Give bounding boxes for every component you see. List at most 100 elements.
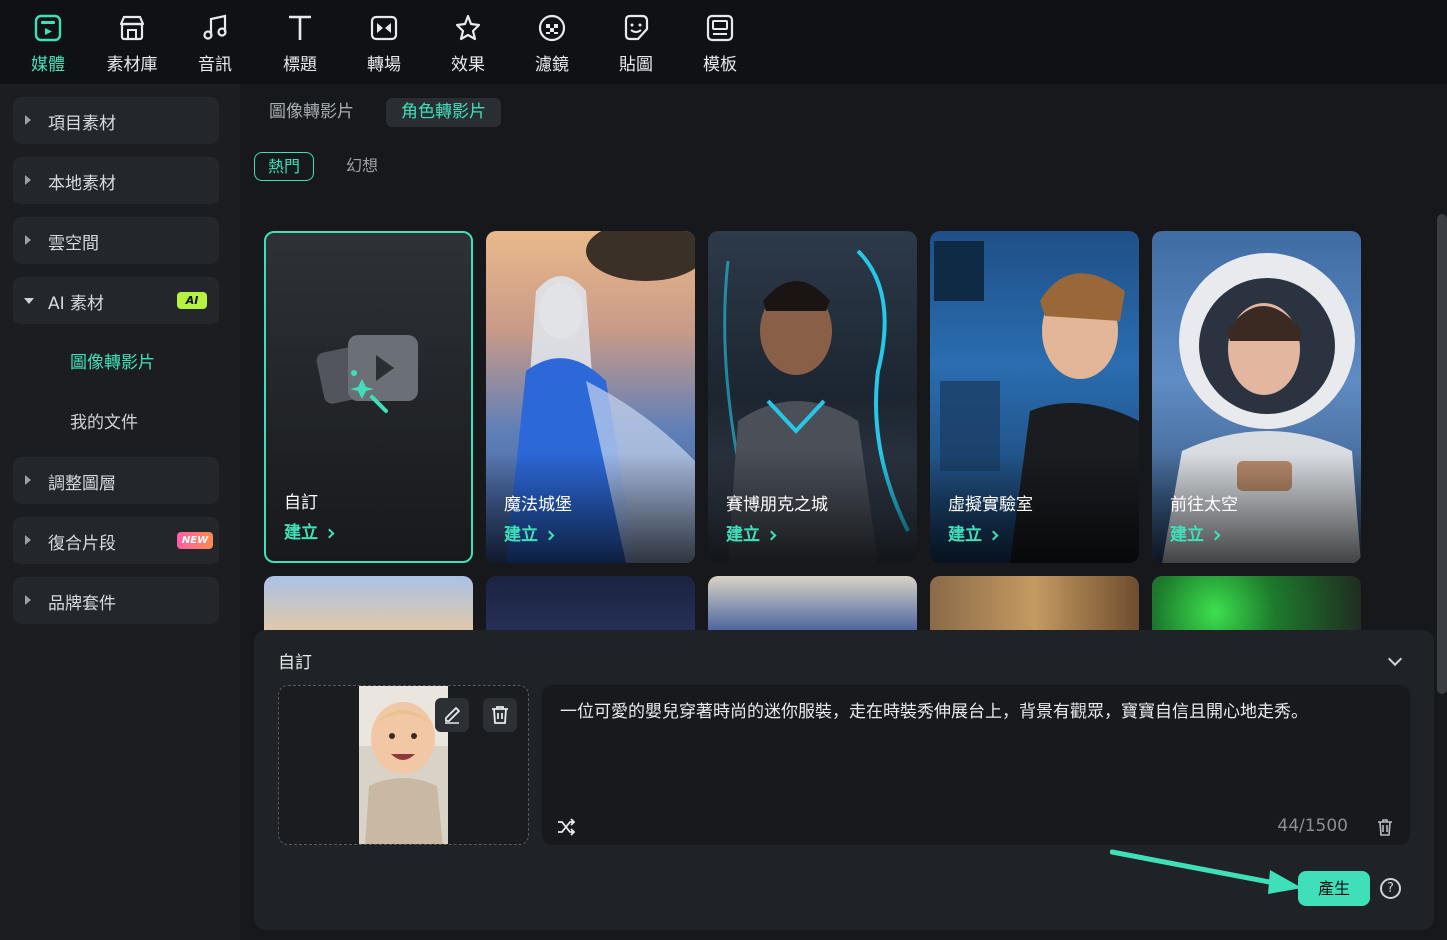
chip-popular[interactable]: 熱門 xyxy=(254,152,315,181)
caret-down-icon xyxy=(24,298,34,304)
toolbar-label: 效果 xyxy=(451,55,485,75)
prompt-input[interactable]: 一位可愛的嬰兒穿著時尚的迷你服裝，走在時裝秀伸展台上，背景有觀眾，寶寶自信且開心… xyxy=(542,685,1410,845)
generate-button[interactable]: 產生 xyxy=(1298,871,1370,906)
trash-icon xyxy=(492,706,508,724)
chevron-right-icon xyxy=(766,530,777,541)
caret-right-icon xyxy=(25,175,31,185)
sidebar-item-project-media[interactable]: 項目素材 xyxy=(13,97,219,144)
template-card-partial[interactable] xyxy=(486,576,695,636)
tab-image-to-video[interactable]: 圖像轉影片 xyxy=(254,98,369,127)
card-create-link[interactable]: 建立 xyxy=(1170,520,1221,545)
panel-title: 自訂 xyxy=(278,653,312,673)
filter-icon xyxy=(538,14,566,42)
chevron-down-icon[interactable] xyxy=(1387,651,1403,667)
card-create-link[interactable]: 建立 xyxy=(726,520,777,545)
sidebar-item-brand-kit[interactable]: 品牌套件 xyxy=(13,577,219,624)
template-card-partial[interactable] xyxy=(1152,576,1361,636)
prompt-text[interactable]: 一位可愛的嬰兒穿著時尚的迷你服裝，走在時裝秀伸展台上，背景有觀眾，寶寶自信且開心… xyxy=(560,697,1308,722)
sidebar-item-label: AI 素材 xyxy=(48,294,105,314)
sidebar-item-label: 調整圖層 xyxy=(48,474,116,494)
sidebar-item-label: 品牌套件 xyxy=(48,594,116,614)
image-to-video-icon xyxy=(316,335,418,413)
toolbar-audio[interactable]: 音訊 xyxy=(180,8,250,78)
delete-image-button[interactable] xyxy=(483,698,517,732)
edit-image-button[interactable] xyxy=(435,698,469,732)
main-content: 圖像轉影片 角色轉影片 熱門 幻想 自訂 建立 魔法城堡 建立 賽博朋克之城 建… xyxy=(240,84,1447,940)
toolbar-effects[interactable]: 效果 xyxy=(433,8,503,78)
template-card-space[interactable]: 前往太空 建立 xyxy=(1152,231,1361,563)
card-title: 賽博朋克之城 xyxy=(726,495,828,515)
toolbar-label: 媒體 xyxy=(31,55,65,75)
sidebar-item-label: 本地素材 xyxy=(48,174,116,194)
sidebar-subitem-my-files[interactable]: 我的文件 xyxy=(70,408,138,433)
template-card-cyberpunk-city[interactable]: 賽博朋克之城 建立 xyxy=(708,231,917,563)
music-icon xyxy=(203,14,227,40)
character-counter: 44/1500 xyxy=(1277,816,1348,836)
template-icon xyxy=(706,14,734,42)
card-title: 魔法城堡 xyxy=(504,495,572,515)
new-badge: NEW xyxy=(177,532,213,549)
card-title: 前往太空 xyxy=(1170,495,1238,515)
transition-icon xyxy=(370,15,398,41)
card-create-link[interactable]: 建立 xyxy=(284,518,335,543)
toolbar-store[interactable]: 素材庫 xyxy=(97,8,167,78)
sidebar-item-ai-media[interactable]: AI 素材 AI xyxy=(13,277,219,324)
clear-prompt-icon[interactable] xyxy=(1376,817,1394,837)
sidebar-item-label: 雲空間 xyxy=(48,234,99,254)
toolbar-label: 標題 xyxy=(283,55,317,75)
caret-right-icon xyxy=(25,475,31,485)
effects-icon xyxy=(455,14,481,41)
custom-prompt-panel: 自訂 一位可愛的嬰兒穿著時尚的迷你服裝，走在時裝秀伸展台上，背景有觀眾，寶寶自信 xyxy=(254,630,1434,930)
sidebar-item-label: 項目素材 xyxy=(48,114,116,134)
pencil-icon xyxy=(445,707,460,724)
caret-right-icon xyxy=(25,115,31,125)
caret-right-icon xyxy=(25,595,31,605)
sticker-icon xyxy=(624,14,649,41)
sidebar: 項目素材 本地素材 雲空間 AI 素材 AI 圖像轉影片 我的文件 調整圖層 復… xyxy=(0,84,240,940)
template-card-magic-castle[interactable]: 魔法城堡 建立 xyxy=(486,231,695,563)
caret-right-icon xyxy=(25,235,31,245)
card-title: 虛擬實驗室 xyxy=(948,495,1033,515)
toolbar-filter[interactable]: 濾鏡 xyxy=(517,8,587,78)
template-card-custom[interactable]: 自訂 建立 xyxy=(264,231,473,563)
caret-right-icon xyxy=(25,535,31,545)
store-icon xyxy=(119,15,145,41)
help-icon[interactable]: ? xyxy=(1380,878,1401,899)
toolbar-sticker[interactable]: 貼圖 xyxy=(601,8,671,78)
top-toolbar: 媒體 素材庫 音訊 標題 轉場 效果 濾鏡 貼圖 模板 xyxy=(0,0,1447,84)
card-create-link[interactable]: 建立 xyxy=(948,520,999,545)
template-card-partial[interactable] xyxy=(930,576,1139,636)
toolbar-transition[interactable]: 轉場 xyxy=(349,8,419,78)
ai-badge: AI xyxy=(177,292,207,309)
toolbar-template[interactable]: 模板 xyxy=(685,8,755,78)
image-upload-area[interactable] xyxy=(278,685,529,845)
toolbar-label: 濾鏡 xyxy=(535,55,569,75)
template-card-partial[interactable] xyxy=(264,576,473,636)
sidebar-item-compound-clip[interactable]: 復合片段 NEW xyxy=(13,517,219,564)
toolbar-label: 轉場 xyxy=(367,55,401,75)
toolbar-title[interactable]: 標題 xyxy=(265,8,335,78)
scrollbar[interactable] xyxy=(1437,214,1447,694)
template-card-virtual-lab[interactable]: 虛擬實驗室 建立 xyxy=(930,231,1139,563)
title-icon xyxy=(289,15,311,40)
sidebar-item-adjustment-layer[interactable]: 調整圖層 xyxy=(13,457,219,504)
chevron-right-icon xyxy=(1210,530,1221,541)
media-icon xyxy=(34,14,62,42)
toolbar-label: 貼圖 xyxy=(619,55,653,75)
template-card-partial[interactable] xyxy=(708,576,917,636)
toolbar-label: 音訊 xyxy=(198,55,232,75)
card-title: 自訂 xyxy=(284,493,318,513)
sidebar-item-label: 復合片段 xyxy=(48,534,116,554)
sidebar-item-cloud[interactable]: 雲空間 xyxy=(13,217,219,264)
chevron-right-icon xyxy=(988,530,999,541)
chevron-right-icon xyxy=(544,530,555,541)
card-create-link[interactable]: 建立 xyxy=(504,520,555,545)
shuffle-icon[interactable] xyxy=(556,818,576,836)
sidebar-subitem-image-to-video[interactable]: 圖像轉影片 xyxy=(70,348,155,373)
chip-fantasy[interactable]: 幻想 xyxy=(333,152,391,181)
tab-character-to-video[interactable]: 角色轉影片 xyxy=(386,98,501,127)
chevron-right-icon xyxy=(324,528,335,539)
sidebar-item-local-media[interactable]: 本地素材 xyxy=(13,157,219,204)
toolbar-label: 模板 xyxy=(703,55,737,75)
toolbar-media[interactable]: 媒體 xyxy=(13,8,83,78)
